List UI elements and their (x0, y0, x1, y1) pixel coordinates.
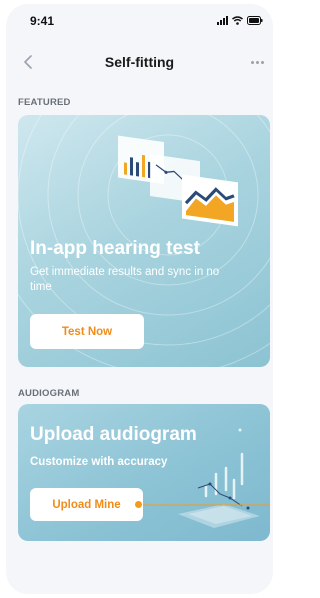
hearing-test-card[interactable]: In-app hearing test Get immediate result… (18, 115, 270, 367)
hotspot-dot-icon (134, 500, 143, 509)
battery-icon (247, 16, 263, 25)
hearing-chart-illustration (118, 135, 238, 227)
more-dot-icon (250, 60, 254, 64)
more-dot-icon (255, 60, 259, 64)
signal-icon (217, 16, 228, 25)
upload-audiogram-subtitle: Customize with accuracy (30, 456, 168, 468)
more-options-button[interactable] (245, 50, 269, 74)
upload-mine-button[interactable]: Upload Mine (30, 488, 143, 521)
connector-line (138, 504, 270, 506)
page-title: Self-fitting (104, 54, 175, 70)
phone-screen: 9:41 Self-fitting FEATURED In-app hearin… (6, 4, 273, 594)
more-dot-icon (260, 60, 264, 64)
hearing-test-subtitle: Get immediate results and sync in no tim… (30, 266, 220, 293)
nav-bar: Self-fitting (6, 44, 273, 80)
audiogram-section-label: AUDIOGRAM (18, 388, 80, 399)
status-icons (217, 16, 263, 25)
status-time: 9:41 (30, 14, 55, 28)
upload-audiogram-title: Upload audiogram (30, 424, 197, 445)
hearing-test-title: In-app hearing test (30, 238, 200, 259)
upload-audiogram-card[interactable]: Upload audiogram Customize with accuracy… (18, 404, 270, 541)
featured-section-label: FEATURED (18, 97, 71, 108)
status-bar: 9:41 (6, 4, 273, 34)
wifi-icon (232, 16, 243, 25)
test-now-button[interactable]: Test Now (30, 314, 144, 349)
